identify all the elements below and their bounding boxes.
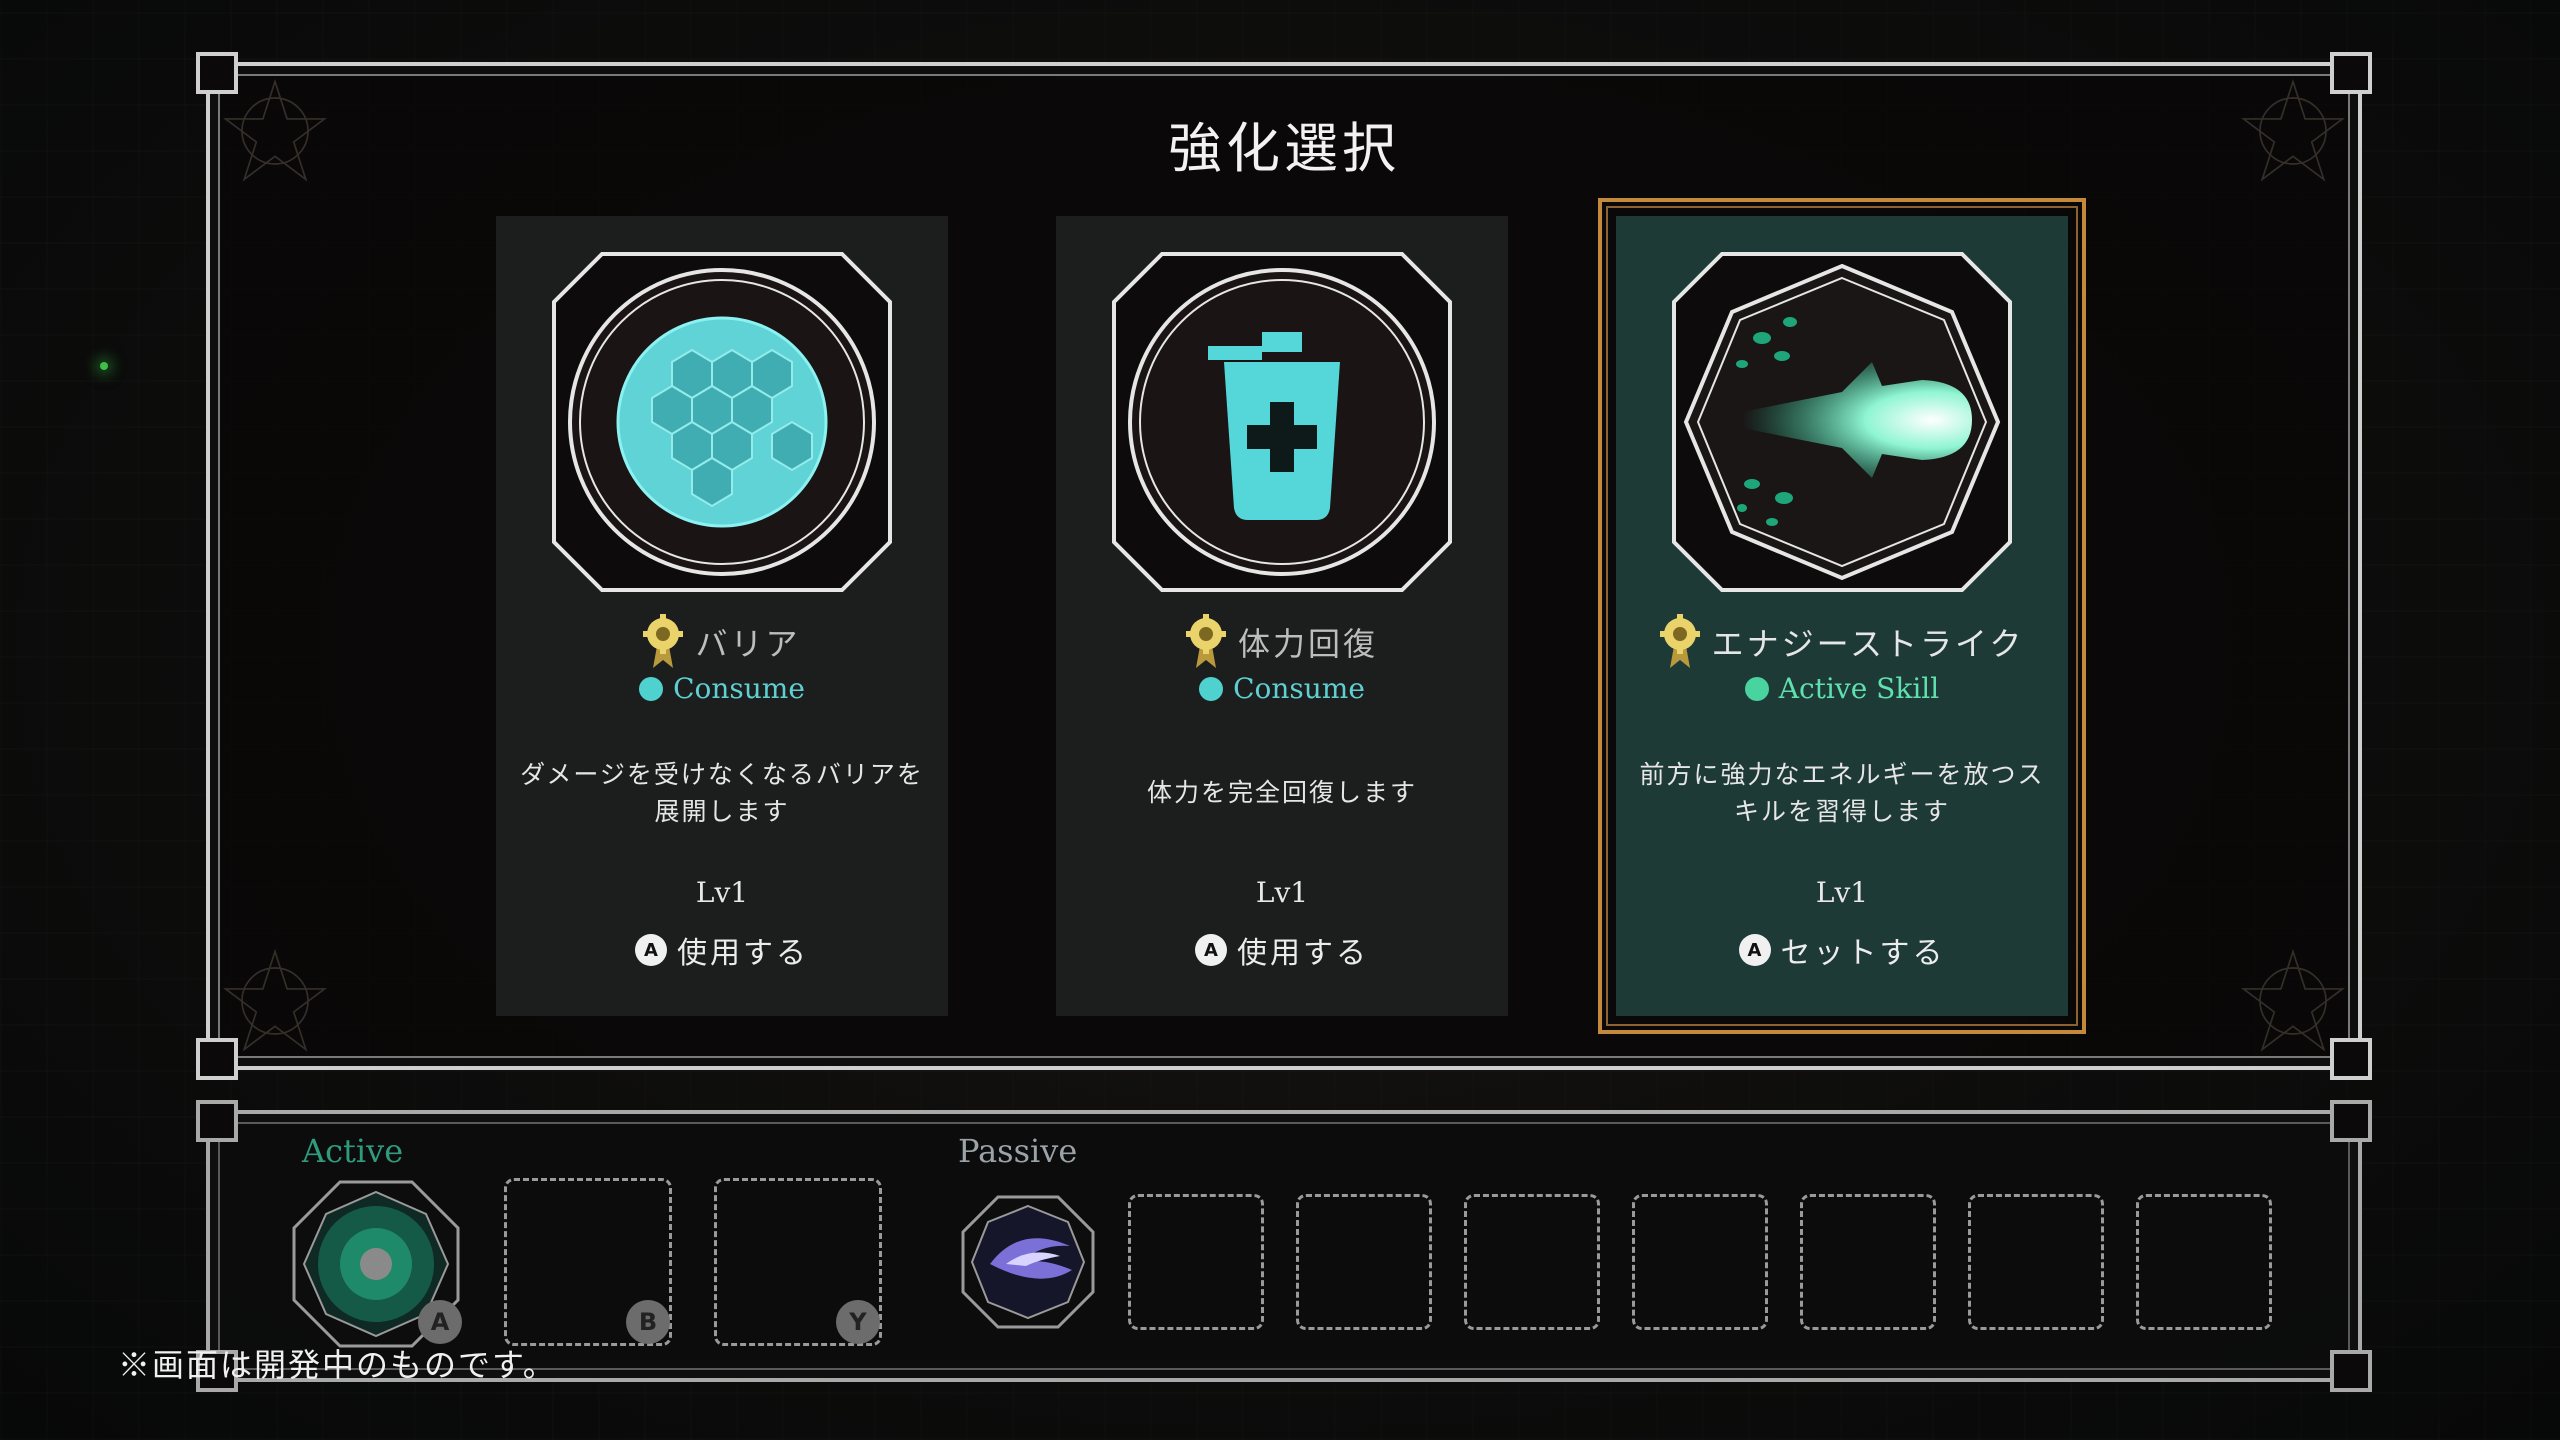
card-type-row: Active Skill — [1616, 672, 2068, 705]
gear-medal-icon — [643, 614, 684, 668]
gear-medal-icon — [1659, 614, 1700, 668]
card-action[interactable]: A セットする — [1616, 928, 2068, 972]
card-action[interactable]: A 使用する — [496, 928, 948, 972]
description-line: 展開します — [654, 797, 790, 826]
a-button-icon: A — [635, 934, 667, 966]
type-dot-icon — [1199, 676, 1224, 701]
card-name: 体力回復 — [1237, 625, 1378, 663]
passive-slot-2[interactable] — [1128, 1194, 1264, 1330]
card-description: ダメージを受けなくなるバリアを 展開します — [516, 756, 928, 830]
frame-corner — [196, 1100, 238, 1142]
action-label: セットする — [1780, 936, 1946, 971]
frame-corner — [2330, 1350, 2372, 1392]
card-type: Consume — [1233, 672, 1365, 705]
description-line: 前方に強力なエネルギーを放つス — [1639, 760, 2045, 789]
green-light — [100, 362, 108, 370]
a-button-icon: A — [1195, 934, 1227, 966]
card-name: バリア — [695, 625, 801, 663]
passive-slot-6[interactable] — [1800, 1194, 1936, 1330]
development-disclaimer: ※画面は開発中のものです。 — [118, 1346, 557, 1384]
corner-ornament — [2241, 948, 2345, 1052]
description-line: 体力を完全回復します — [1146, 778, 1417, 807]
dialog-title: 強化選択 — [1168, 117, 1400, 180]
upgrade-card-health[interactable]: 体力回復 Consume 体力を完全回復します Lv1 A 使用する — [1056, 216, 1508, 1016]
corner-ornament — [223, 948, 327, 1052]
card-type-row: Consume — [1056, 672, 1508, 705]
card-type: Active Skill — [1778, 672, 1940, 705]
card-name-row: エナジーストライク — [1616, 614, 2068, 670]
upgrade-card-energy-strike[interactable]: エナジーストライク Active Skill 前方に強力なエネルギーを放つス キ… — [1598, 198, 2086, 1034]
card-action[interactable]: A 使用する — [1056, 928, 1508, 972]
passive-slot-8[interactable] — [2136, 1194, 2272, 1330]
a-button-icon: A — [1738, 934, 1771, 966]
b-button-icon: B — [626, 1300, 670, 1344]
card-name-row: バリア — [496, 614, 948, 670]
action-label: 使用する — [677, 936, 809, 971]
health-potion-icon — [1112, 252, 1452, 592]
card-name-row: 体力回復 — [1056, 614, 1508, 670]
passive-slot-5[interactable] — [1632, 1194, 1768, 1330]
active-label: Active — [302, 1132, 404, 1170]
type-dot-icon — [1744, 676, 1769, 701]
description-line: ダメージを受けなくなるバリアを — [520, 760, 924, 789]
barrier-icon — [552, 252, 892, 592]
upgrade-selection-dialog: 強化選択 バリア Consume ダメージを受けなくなるバリアを 展開します L… — [196, 52, 2372, 1080]
card-level: Lv1 — [1255, 876, 1309, 909]
type-dot-icon — [639, 676, 664, 701]
description-line: キルを習得します — [1733, 797, 1950, 826]
card-type: Consume — [673, 672, 805, 705]
y-button-icon: Y — [836, 1300, 880, 1344]
passive-slot-3[interactable] — [1296, 1194, 1432, 1330]
action-label: 使用する — [1237, 936, 1369, 971]
card-type-row: Consume — [496, 672, 948, 705]
gear-medal-icon — [1185, 614, 1226, 668]
passive-slot-4[interactable] — [1464, 1194, 1600, 1330]
card-level: Lv1 — [1815, 876, 1869, 909]
a-button-icon: A — [418, 1300, 462, 1344]
card-level: Lv1 — [695, 876, 749, 909]
card-description: 体力を完全回復します — [1076, 774, 1488, 811]
upgrade-card-barrier[interactable]: バリア Consume ダメージを受けなくなるバリアを 展開します Lv1 A … — [496, 216, 948, 1016]
energy-strike-icon — [1672, 252, 2012, 592]
card-description: 前方に強力なエネルギーを放つス キルを習得します — [1636, 756, 2048, 830]
frame-corner — [2330, 1100, 2372, 1142]
passive-slot-7[interactable] — [1968, 1194, 2104, 1330]
passive-slot-1[interactable] — [960, 1194, 1096, 1330]
passive-label: Passive — [958, 1132, 1078, 1170]
card-name: エナジーストライク — [1711, 625, 2025, 663]
